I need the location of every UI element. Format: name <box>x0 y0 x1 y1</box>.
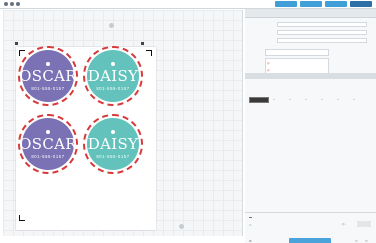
line-style-row: □ □ □ □ □ □ <box>247 97 375 103</box>
tag-hole <box>46 61 50 66</box>
machine-status-icon: ▬ <box>249 215 252 219</box>
settings-icon[interactable]: ⚙ <box>249 239 252 243</box>
option-icon[interactable]: □ <box>305 97 307 101</box>
option-icon[interactable]: □ <box>289 97 291 101</box>
option-icon[interactable]: □ <box>353 97 355 101</box>
tool-select[interactable] <box>277 38 367 43</box>
pet-tag-oscar[interactable]: OSCAR 801-555-0157 <box>18 114 78 174</box>
cut-line-icon[interactable]: ◎ <box>267 61 270 65</box>
tag-face: OSCAR 801-555-0157 <box>19 118 77 170</box>
top-toolbar <box>0 0 376 9</box>
app-window: OSCAR 801-555-0157 DAISY 801-555-0157 OS… <box>0 0 376 243</box>
tag-name: DAISY <box>87 66 139 85</box>
line-color-swatch[interactable] <box>249 97 269 103</box>
action-select[interactable] <box>277 30 367 35</box>
design-canvas[interactable]: OSCAR 801-555-0157 DAISY 801-555-0157 OS… <box>3 10 243 236</box>
undo-icon[interactable] <box>10 2 14 6</box>
tag-phone: 801-555-0157 <box>31 153 65 159</box>
pet-tag-oscar[interactable]: OSCAR 801-555-0157 <box>18 46 78 106</box>
tag-phone: 801-555-0157 <box>96 85 130 91</box>
option-icon[interactable]: □ <box>273 97 275 101</box>
registration-mark-bottom-left <box>19 215 25 221</box>
section-header <box>245 73 376 79</box>
pause-resume-icon[interactable]: ◁▷ <box>341 222 346 226</box>
panel-tabs <box>245 9 376 18</box>
redo-icon[interactable] <box>16 2 20 6</box>
material-select[interactable] <box>277 22 367 27</box>
option-icon[interactable]: □ <box>321 97 323 101</box>
tag-hole <box>111 61 115 66</box>
send-panel: ◎ ◎ □ □ □ □ □ □ ▬ ⊂ ◁▷ ⚙ ▭ ▭ <box>245 9 376 243</box>
rotate-handle[interactable] <box>109 23 114 28</box>
menu-icon[interactable] <box>4 2 8 6</box>
tab-store[interactable] <box>300 1 322 7</box>
tag-phone: 801-555-0157 <box>31 85 65 91</box>
option-icon[interactable]: □ <box>337 97 339 101</box>
tab-library[interactable] <box>325 1 347 7</box>
cancel-button[interactable] <box>357 221 371 227</box>
tag-hole <box>111 129 115 134</box>
screen-icon[interactable]: ▭ <box>355 239 358 243</box>
send-footer: ▬ ⊂ ◁▷ ⚙ ▭ ▭ <box>245 212 376 243</box>
tag-name: OSCAR <box>19 66 77 85</box>
registration-mark-top-right <box>146 50 152 56</box>
tag-name: DAISY <box>87 134 139 153</box>
tab-send[interactable] <box>350 1 372 7</box>
zoom-knob[interactable] <box>179 224 184 229</box>
tab-design[interactable] <box>275 1 297 7</box>
no-cut-icon[interactable]: ◎ <box>267 68 270 72</box>
selection-handle[interactable] <box>15 42 18 45</box>
selection-handle[interactable] <box>141 42 144 45</box>
window-icon[interactable]: ▭ <box>365 239 368 243</box>
pet-tag-daisy[interactable]: DAISY 801-555-0157 <box>83 46 143 106</box>
settings-box <box>265 49 329 56</box>
pet-tag-daisy[interactable]: DAISY 801-555-0157 <box>83 114 143 174</box>
tag-name: OSCAR <box>19 134 77 153</box>
tag-face: DAISY 801-555-0157 <box>87 50 139 102</box>
connection-icon: ⊂ <box>249 223 252 227</box>
registration-mark-top-left <box>19 50 25 56</box>
tag-hole <box>46 129 50 134</box>
tag-face: DAISY 801-555-0157 <box>87 118 139 170</box>
send-button[interactable] <box>289 238 331 243</box>
tag-face: OSCAR 801-555-0157 <box>19 50 77 102</box>
tag-phone: 801-555-0157 <box>96 153 130 159</box>
